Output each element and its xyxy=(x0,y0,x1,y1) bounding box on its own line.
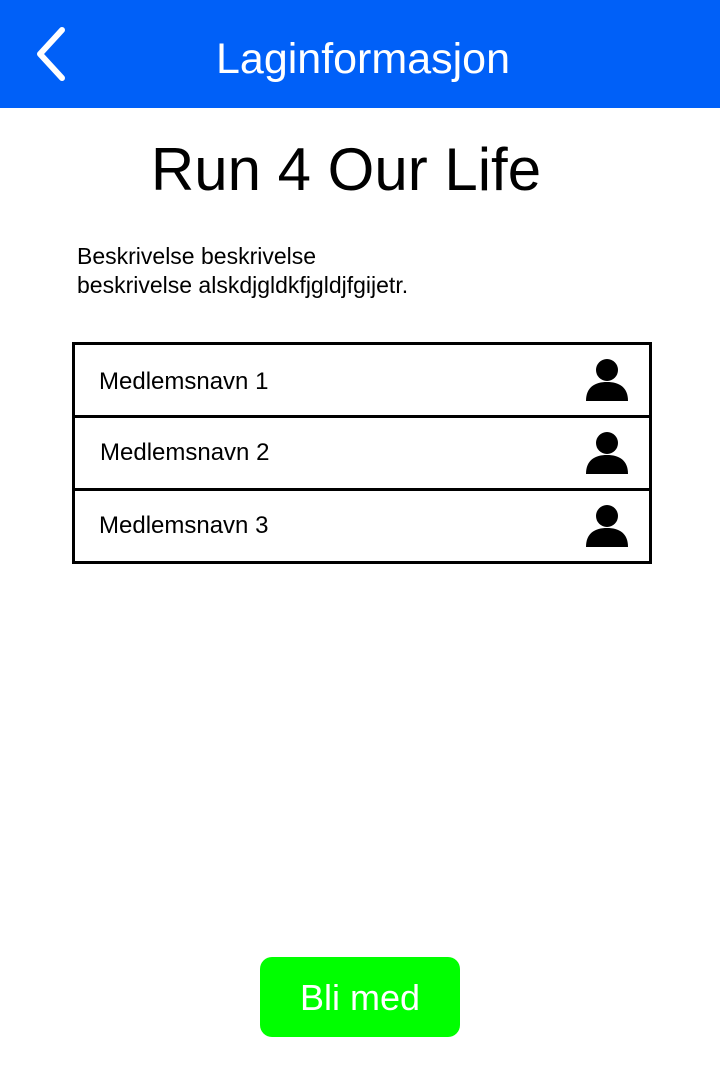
user-icon xyxy=(585,505,629,547)
app-header: Laginformasjon xyxy=(0,0,720,108)
member-name: Medlemsnavn 3 xyxy=(99,512,269,539)
join-button[interactable]: Bli med xyxy=(260,957,460,1037)
description-line: beskrivelse alskdjgldkfjgldjfgijetr. xyxy=(77,272,409,298)
member-list: Medlemsnavn 1 Medlemsnavn 2 Medlemsnavn … xyxy=(72,342,652,564)
user-icon xyxy=(585,432,629,474)
team-description: Beskrivelse beskrivelse beskrivelse alsk… xyxy=(77,242,497,300)
description-line: Beskrivelse beskrivelse xyxy=(77,243,317,269)
user-icon xyxy=(585,359,629,401)
team-name: Run 4 Our Life xyxy=(150,136,542,203)
member-row-3[interactable]: Medlemsnavn 3 xyxy=(75,491,649,564)
page-title: Laginformasjon xyxy=(215,35,510,83)
member-row-2[interactable]: Medlemsnavn 2 xyxy=(75,418,649,491)
member-name: Medlemsnavn 1 xyxy=(99,368,269,395)
member-row-1[interactable]: Medlemsnavn 1 xyxy=(75,345,649,418)
member-name: Medlemsnavn 2 xyxy=(100,439,270,466)
